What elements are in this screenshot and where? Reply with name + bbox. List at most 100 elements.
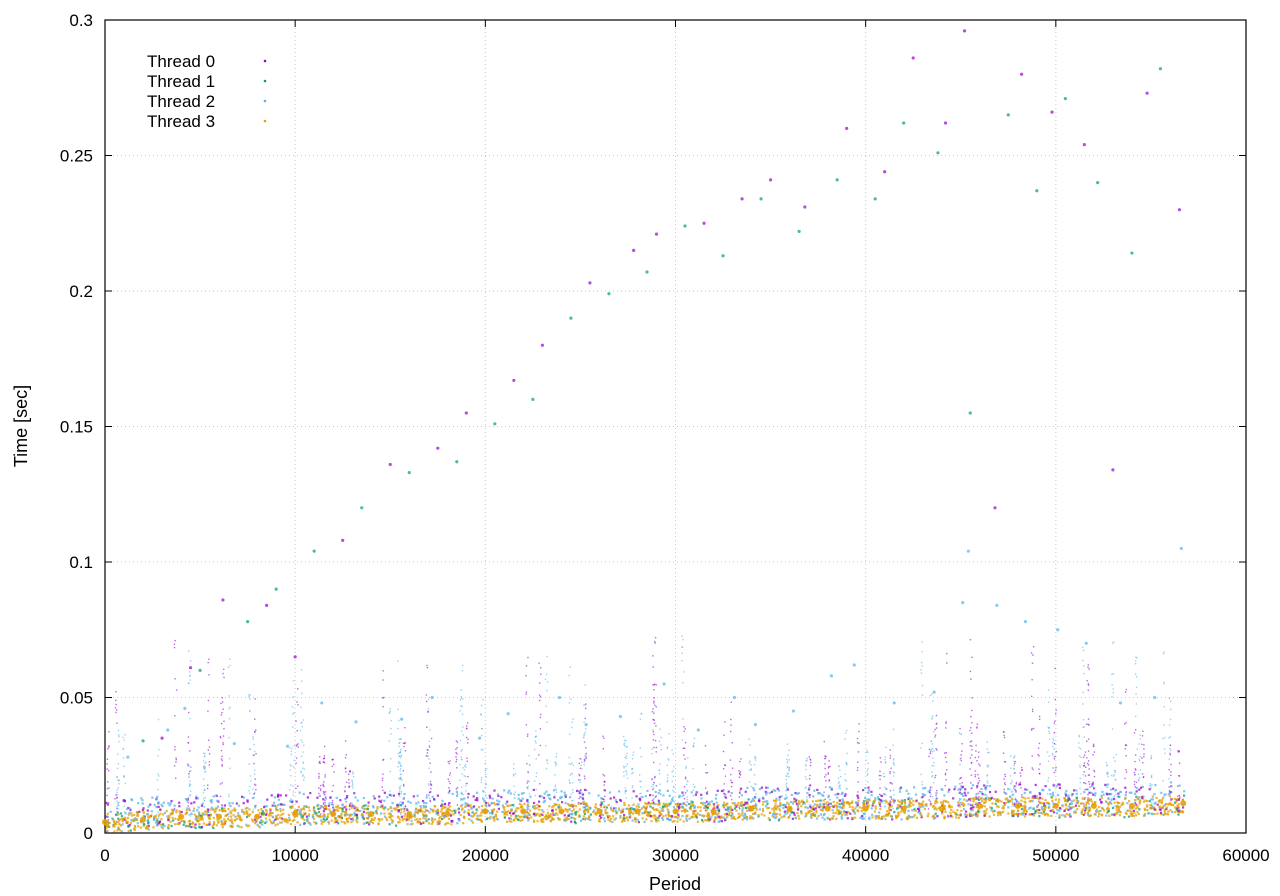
spike-point (970, 715, 972, 718)
band-point (1124, 786, 1127, 789)
spike-point (583, 775, 586, 777)
spike-point (538, 754, 540, 756)
band-point (193, 801, 196, 804)
spike-point (1124, 777, 1126, 780)
spike-point (603, 775, 606, 777)
spike-point (1107, 771, 1109, 774)
spike-point (1138, 777, 1141, 779)
spike-point (1087, 793, 1089, 796)
spike-point (1014, 760, 1017, 763)
spike-point (229, 664, 231, 667)
spike-point (1113, 770, 1116, 772)
spike-point (116, 794, 119, 796)
band-point (433, 805, 437, 808)
band-point (200, 816, 203, 819)
spike-point (585, 756, 587, 758)
spike-point (857, 804, 859, 807)
spike-point (960, 759, 962, 762)
band-point (831, 809, 834, 812)
spike-point (1110, 774, 1113, 777)
spike-point (555, 753, 558, 755)
band-point (277, 793, 280, 796)
band-point (900, 801, 903, 804)
spike-point (681, 652, 683, 654)
spike-point (857, 802, 860, 804)
band-point (1038, 808, 1041, 812)
spike-point (667, 790, 669, 792)
band-point (745, 816, 749, 819)
band-point (774, 813, 777, 816)
band-point (241, 808, 244, 812)
band-point (622, 813, 626, 817)
spike-point (673, 801, 675, 803)
band-point (980, 787, 983, 791)
band-point (1070, 802, 1073, 805)
band-point (503, 816, 506, 819)
spike-point (288, 789, 291, 791)
spike-point (1087, 797, 1089, 799)
spike-point (252, 809, 254, 811)
band-point (282, 812, 285, 815)
band-point (472, 805, 476, 808)
band-point (792, 800, 795, 803)
spike-point (624, 787, 627, 789)
spike-point (653, 776, 656, 779)
band-point (619, 816, 622, 819)
band-point (456, 822, 459, 825)
spike-point (219, 783, 222, 785)
band-point (822, 813, 825, 817)
band-point (157, 805, 160, 808)
spike-point (892, 728, 895, 730)
band-point (966, 813, 969, 816)
band-point (207, 810, 210, 814)
band-point (345, 817, 348, 820)
spike-point (632, 754, 634, 756)
spike-point (460, 786, 463, 788)
spike-point (123, 765, 125, 768)
band-point (152, 818, 156, 821)
spike-point (320, 813, 322, 815)
spike-point (382, 773, 384, 775)
spike-point (1011, 781, 1013, 784)
spike-point (1112, 775, 1115, 777)
spike-point (827, 772, 829, 774)
spike-point (958, 800, 961, 802)
band-point (637, 803, 640, 806)
spike-point (290, 807, 293, 809)
band-point (840, 807, 844, 810)
spike-point (514, 773, 517, 775)
band-point (327, 804, 331, 807)
band-point (397, 821, 400, 824)
band-point (1146, 808, 1149, 812)
spike-point (1088, 780, 1090, 783)
spike-point (187, 741, 190, 744)
spike-point (1004, 783, 1006, 786)
spike-point (1092, 743, 1095, 746)
spike-point (426, 664, 428, 667)
spike-point (1004, 775, 1007, 778)
spike-point (464, 775, 467, 778)
band-point (212, 826, 215, 830)
band-point (641, 817, 644, 820)
band-point (424, 817, 427, 821)
spike-point (638, 774, 641, 776)
band-point (541, 813, 544, 816)
spike-point (738, 791, 741, 794)
spike-point (970, 774, 973, 776)
band-point (1041, 812, 1044, 815)
band-point (603, 820, 606, 823)
spike-point (348, 782, 350, 784)
band-point (471, 821, 474, 824)
spike-point (206, 787, 209, 790)
spike-point (1015, 790, 1017, 792)
spike-point (660, 793, 662, 796)
spike-point (1115, 793, 1117, 795)
spike-point (462, 767, 464, 769)
band-point (682, 809, 686, 812)
spike-point (585, 747, 587, 749)
spike-point (301, 680, 303, 682)
band-point (700, 797, 703, 800)
spike-point (787, 773, 789, 775)
band-point (595, 813, 598, 816)
band-point (926, 815, 929, 818)
